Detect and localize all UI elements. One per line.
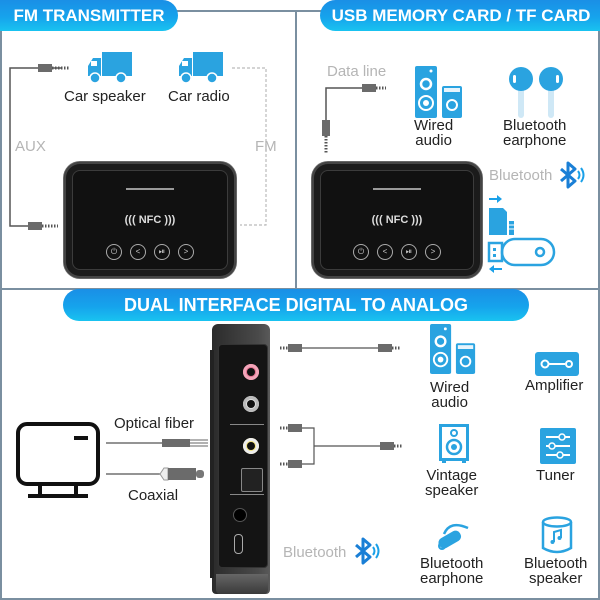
- power-button[interactable]: ⏻: [106, 244, 122, 260]
- fm-label: FM: [255, 138, 277, 155]
- bluetooth-speaker-label: Bluetooth speaker: [524, 555, 588, 587]
- dual-title: DUAL INTERFACE DIGITAL TO ANALOG: [123, 294, 468, 315]
- usb-device: ((( NFC ))) ⏻ < ⏯ >: [312, 162, 482, 278]
- nfc-badge: ((( NFC ))): [371, 214, 423, 226]
- dual-wired-audio-label: Wired audio: [430, 379, 470, 411]
- led-bar: [373, 188, 421, 190]
- dual-bluetooth-label: Bluetooth: [283, 544, 347, 561]
- aux-port[interactable]: [233, 508, 247, 522]
- aux-plug-bottom: [28, 222, 42, 230]
- aux-label: AUX: [15, 138, 46, 155]
- tv-monitor-icon: [16, 422, 100, 498]
- wired-audio-label: Wired audio: [414, 117, 454, 149]
- bluetooth-headset-icon: [438, 523, 469, 550]
- data-line-cable: [322, 84, 386, 154]
- splitter-cable: [280, 424, 402, 468]
- rca-right-port[interactable]: [243, 396, 259, 412]
- fm-transmitter-device: ((( NFC ))) ⏻ < ⏯ >: [64, 162, 236, 278]
- rca-output-cable: [280, 344, 400, 352]
- coaxial-cable: [106, 467, 204, 481]
- dc-usb-port[interactable]: [234, 534, 243, 554]
- coaxial-label: Coaxial: [128, 487, 179, 504]
- arrow-out-icon: [489, 265, 502, 273]
- bluetooth-earphone-label: Bluetooth earphone: [503, 117, 567, 149]
- power-button[interactable]: ⏻: [353, 244, 369, 260]
- dac-device: [206, 324, 274, 594]
- amplifier-icon: [535, 352, 579, 376]
- next-button[interactable]: >: [425, 244, 441, 260]
- previous-button[interactable]: <: [377, 244, 393, 260]
- bluetooth-icon: [560, 161, 585, 189]
- amplifier-label: Amplifier: [525, 377, 584, 394]
- dual-bluetooth-earphone-label: Bluetooth earphone: [420, 555, 484, 587]
- bluetooth-speaker-icon: [541, 516, 573, 554]
- nfc-badge: ((( NFC ))): [124, 214, 176, 226]
- car-radio-label: Car radio: [168, 88, 230, 105]
- usb-drive-icon: [487, 237, 556, 267]
- wired-audio-speakers-icon: [415, 66, 462, 118]
- car-speaker-truck-icon: [88, 52, 132, 84]
- optical-fiber-cable: [106, 439, 208, 447]
- car-radio-truck-icon: [179, 52, 223, 84]
- usb-bluetooth-label: Bluetooth: [489, 167, 553, 184]
- bluetooth-earbuds-icon: [509, 67, 563, 118]
- bluetooth-icon: [355, 537, 380, 565]
- usb-title: USB MEMORY CARD / TF CARD: [331, 5, 591, 25]
- dual-interface-banner: DUAL INTERFACE DIGITAL TO ANALOG: [63, 289, 529, 321]
- optical-port[interactable]: [241, 468, 263, 492]
- tuner-icon: [540, 428, 576, 464]
- next-button[interactable]: >: [178, 244, 194, 260]
- car-speaker-label: Car speaker: [64, 88, 146, 105]
- optical-fiber-label: Optical fiber: [114, 415, 195, 432]
- aux-plug-top: [38, 64, 52, 72]
- vintage-speaker-label: Vintage speaker: [425, 467, 479, 499]
- usb-card-banner: USB MEMORY CARD / TF CARD: [320, 0, 600, 31]
- play-pause-button[interactable]: ⏯: [154, 244, 170, 260]
- coaxial-port[interactable]: [243, 438, 259, 454]
- output-cables: [280, 344, 402, 468]
- tf-card-usb-icons: [487, 195, 556, 273]
- rca-left-port[interactable]: [243, 364, 259, 380]
- led-bar: [126, 188, 174, 190]
- previous-button[interactable]: <: [130, 244, 146, 260]
- tuner-label: Tuner: [536, 467, 575, 484]
- play-pause-button[interactable]: ⏯: [401, 244, 417, 260]
- wired-audio-speakers-icon: [430, 324, 476, 374]
- vintage-speaker-icon: [439, 424, 469, 463]
- arrow-in-icon: [489, 195, 502, 203]
- tf-card-icon: [489, 208, 507, 235]
